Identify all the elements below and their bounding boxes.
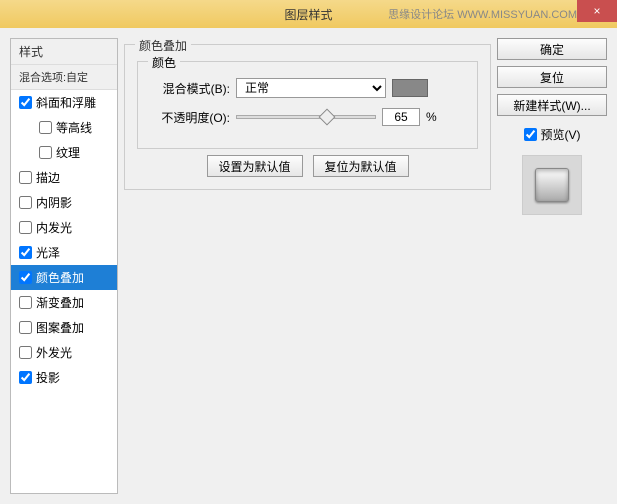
style-item-label: 光泽 [36, 244, 60, 261]
style-item-label: 斜面和浮雕 [36, 94, 96, 111]
style-item-10[interactable]: 外发光 [11, 340, 117, 365]
default-buttons-row: 设置为默认值 复位为默认值 [137, 155, 478, 177]
settings-panel: 颜色叠加 颜色 混合模式(B): 正常 不透明度(O): % [124, 38, 491, 494]
style-item-6[interactable]: 光泽 [11, 240, 117, 265]
set-default-button[interactable]: 设置为默认值 [207, 155, 303, 177]
style-checkbox[interactable] [19, 321, 32, 334]
style-item-0[interactable]: 斜面和浮雕 [11, 90, 117, 115]
blend-options-header[interactable]: 混合选项:自定 [11, 65, 117, 90]
watermark-text: 思缘设计论坛 WWW.MISSYUAN.COM [388, 6, 577, 22]
preview-checkbox[interactable] [524, 128, 537, 141]
style-item-4[interactable]: 内阴影 [11, 190, 117, 215]
color-overlay-group: 颜色叠加 颜色 混合模式(B): 正常 不透明度(O): % [124, 44, 491, 190]
style-item-label: 纹理 [56, 144, 80, 161]
blend-mode-row: 混合模式(B): 正常 [150, 78, 465, 98]
style-checkbox[interactable] [19, 271, 32, 284]
opacity-slider[interactable] [236, 115, 376, 119]
style-checkbox[interactable] [19, 171, 32, 184]
style-item-label: 投影 [36, 369, 60, 386]
style-item-8[interactable]: 渐变叠加 [11, 290, 117, 315]
style-item-5[interactable]: 内发光 [11, 215, 117, 240]
style-checkbox[interactable] [39, 146, 52, 159]
blend-mode-select[interactable]: 正常 [236, 78, 386, 98]
content-area: 样式 混合选项:自定 斜面和浮雕等高线纹理描边内阴影内发光光泽颜色叠加渐变叠加图… [0, 28, 617, 504]
blend-mode-label: 混合模式(B): [150, 80, 230, 97]
style-item-label: 颜色叠加 [36, 269, 84, 286]
style-checkbox[interactable] [19, 371, 32, 384]
styles-panel: 样式 混合选项:自定 斜面和浮雕等高线纹理描边内阴影内发光光泽颜色叠加渐变叠加图… [10, 38, 118, 494]
group-legend: 颜色叠加 [135, 37, 191, 54]
titlebar: 图层样式 思缘设计论坛 WWW.MISSYUAN.COM × [0, 0, 617, 28]
style-item-2[interactable]: 纹理 [11, 140, 117, 165]
opacity-unit: % [426, 110, 437, 124]
action-panel: 确定 复位 新建样式(W)... 预览(V) [497, 38, 607, 494]
style-checkbox[interactable] [19, 221, 32, 234]
new-style-button[interactable]: 新建样式(W)... [497, 94, 607, 116]
style-item-7[interactable]: 颜色叠加 [11, 265, 117, 290]
close-button[interactable]: × [577, 0, 617, 22]
style-item-label: 外发光 [36, 344, 72, 361]
color-subgroup: 颜色 混合模式(B): 正常 不透明度(O): % [137, 61, 478, 149]
style-item-label: 描边 [36, 169, 60, 186]
opacity-row: 不透明度(O): % [150, 108, 465, 126]
preview-checkbox-row: 预览(V) [497, 126, 607, 143]
style-checkbox[interactable] [19, 196, 32, 209]
style-item-label: 图案叠加 [36, 319, 84, 336]
styles-header[interactable]: 样式 [11, 39, 117, 65]
style-checkbox[interactable] [19, 346, 32, 359]
close-icon: × [593, 4, 600, 18]
style-item-label: 内发光 [36, 219, 72, 236]
cancel-button[interactable]: 复位 [497, 66, 607, 88]
style-item-9[interactable]: 图案叠加 [11, 315, 117, 340]
style-item-label: 等高线 [56, 119, 92, 136]
style-checkbox[interactable] [19, 246, 32, 259]
preview-thumbnail [535, 168, 569, 202]
slider-thumb[interactable] [318, 109, 335, 126]
style-checkbox[interactable] [39, 121, 52, 134]
color-legend: 颜色 [148, 54, 180, 71]
opacity-label: 不透明度(O): [150, 109, 230, 126]
window-title: 图层样式 [284, 6, 332, 23]
opacity-input[interactable] [382, 108, 420, 126]
style-item-1[interactable]: 等高线 [11, 115, 117, 140]
ok-button[interactable]: 确定 [497, 38, 607, 60]
preview-label: 预览(V) [541, 126, 581, 143]
preview-box [522, 155, 582, 215]
style-item-3[interactable]: 描边 [11, 165, 117, 190]
style-item-11[interactable]: 投影 [11, 365, 117, 390]
style-checkbox[interactable] [19, 96, 32, 109]
style-item-label: 渐变叠加 [36, 294, 84, 311]
style-item-label: 内阴影 [36, 194, 72, 211]
reset-default-button[interactable]: 复位为默认值 [313, 155, 409, 177]
color-swatch[interactable] [392, 79, 428, 97]
style-checkbox[interactable] [19, 296, 32, 309]
